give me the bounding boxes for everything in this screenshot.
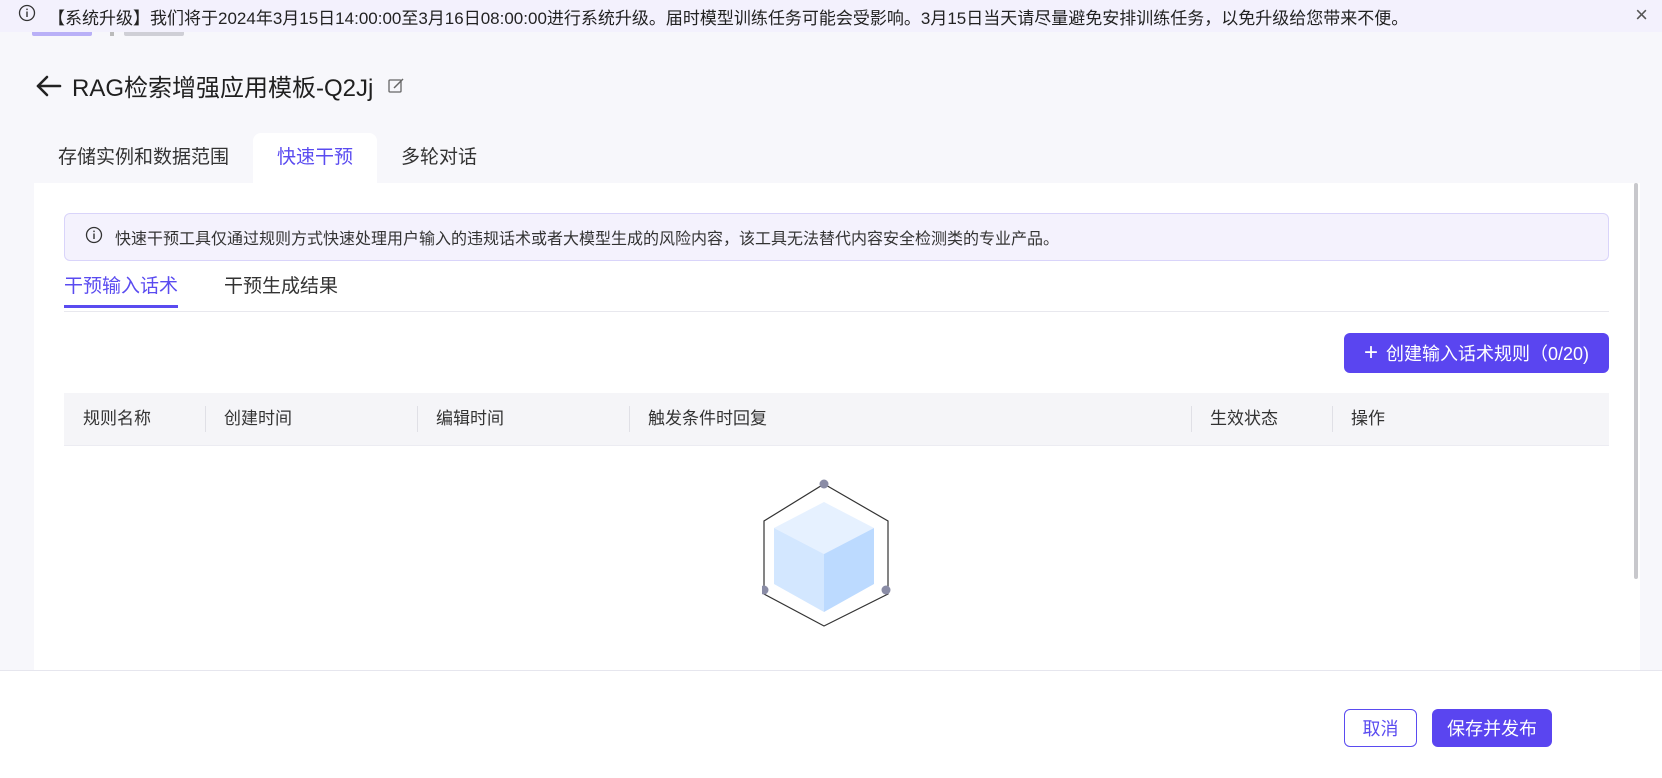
notice-text: 快速干预工具仅通过规则方式快速处理用户输入的违规话术或者大模型生成的风险内容，该… [115, 231, 1060, 248]
back-arrow-icon[interactable] [34, 71, 64, 101]
plus-icon: + [1363, 339, 1378, 366]
empty-box-icon [762, 479, 891, 627]
column-divider [205, 406, 206, 432]
footer-bar: 取消 保存并发布 [0, 670, 1662, 778]
info-icon [85, 226, 103, 249]
cancel-button[interactable]: 取消 [1344, 709, 1417, 747]
column-divider [417, 406, 418, 432]
create-button-label: 创建输入话术规则（0/20) [1385, 344, 1590, 364]
notice-box: 快速干预工具仅通过规则方式快速处理用户输入的违规话术或者大模型生成的风险内容，该… [64, 213, 1609, 261]
table-header: 规则名称 创建时间 编辑时间 触发条件时回复 生效状态 操作 [64, 393, 1609, 446]
save-and-publish-button[interactable]: 保存并发布 [1432, 709, 1552, 747]
column-divider [1332, 406, 1333, 432]
tab-storage-instance[interactable]: 存储实例和数据范围 [34, 133, 253, 183]
content-panel: 快速干预工具仅通过规则方式快速处理用户输入的违规话术或者大模型生成的风险内容，该… [34, 183, 1640, 670]
column-divider [629, 406, 630, 432]
subtab-intervene-output[interactable]: 干预生成结果 [224, 269, 338, 305]
tab-quick-intervention[interactable]: 快速干预 [253, 133, 378, 183]
banner-text: 【系统升级】我们将于2024年3月15日14:00:00至3月16日08:00:… [48, 9, 1409, 28]
system-upgrade-banner: 【系统升级】我们将于2024年3月15日14:00:00至3月16日08:00:… [0, 0, 1662, 32]
tab-multi-turn[interactable]: 多轮对话 [377, 133, 501, 183]
edit-icon[interactable] [387, 77, 405, 95]
subtab-intervene-input[interactable]: 干预输入话术 [64, 269, 179, 308]
sub-tabs: 干预输入话术 干预生成结果 [64, 269, 1609, 312]
column-header-trigger-reply: 触发条件时回复 [648, 409, 767, 428]
column-header-actions: 操作 [1351, 409, 1385, 428]
column-header-created-time: 创建时间 [224, 409, 292, 428]
main-tabs: 存储实例和数据范围 快速干预 多轮对话 [34, 133, 501, 183]
page-header: RAG检索增强应用模板-Q2Jj [34, 68, 405, 103]
create-input-rule-button[interactable]: + 创建输入话术规则（0/20) [1344, 333, 1609, 373]
column-header-edited-time: 编辑时间 [436, 409, 504, 428]
column-header-rule-name: 规则名称 [83, 409, 151, 428]
page-title: RAG检索增强应用模板-Q2Jj [72, 75, 374, 102]
column-divider [1191, 406, 1192, 432]
close-icon[interactable]: × [1635, 2, 1648, 28]
info-icon [18, 4, 36, 27]
scrollbar[interactable] [1634, 183, 1638, 579]
column-header-status: 生效状态 [1210, 409, 1278, 428]
